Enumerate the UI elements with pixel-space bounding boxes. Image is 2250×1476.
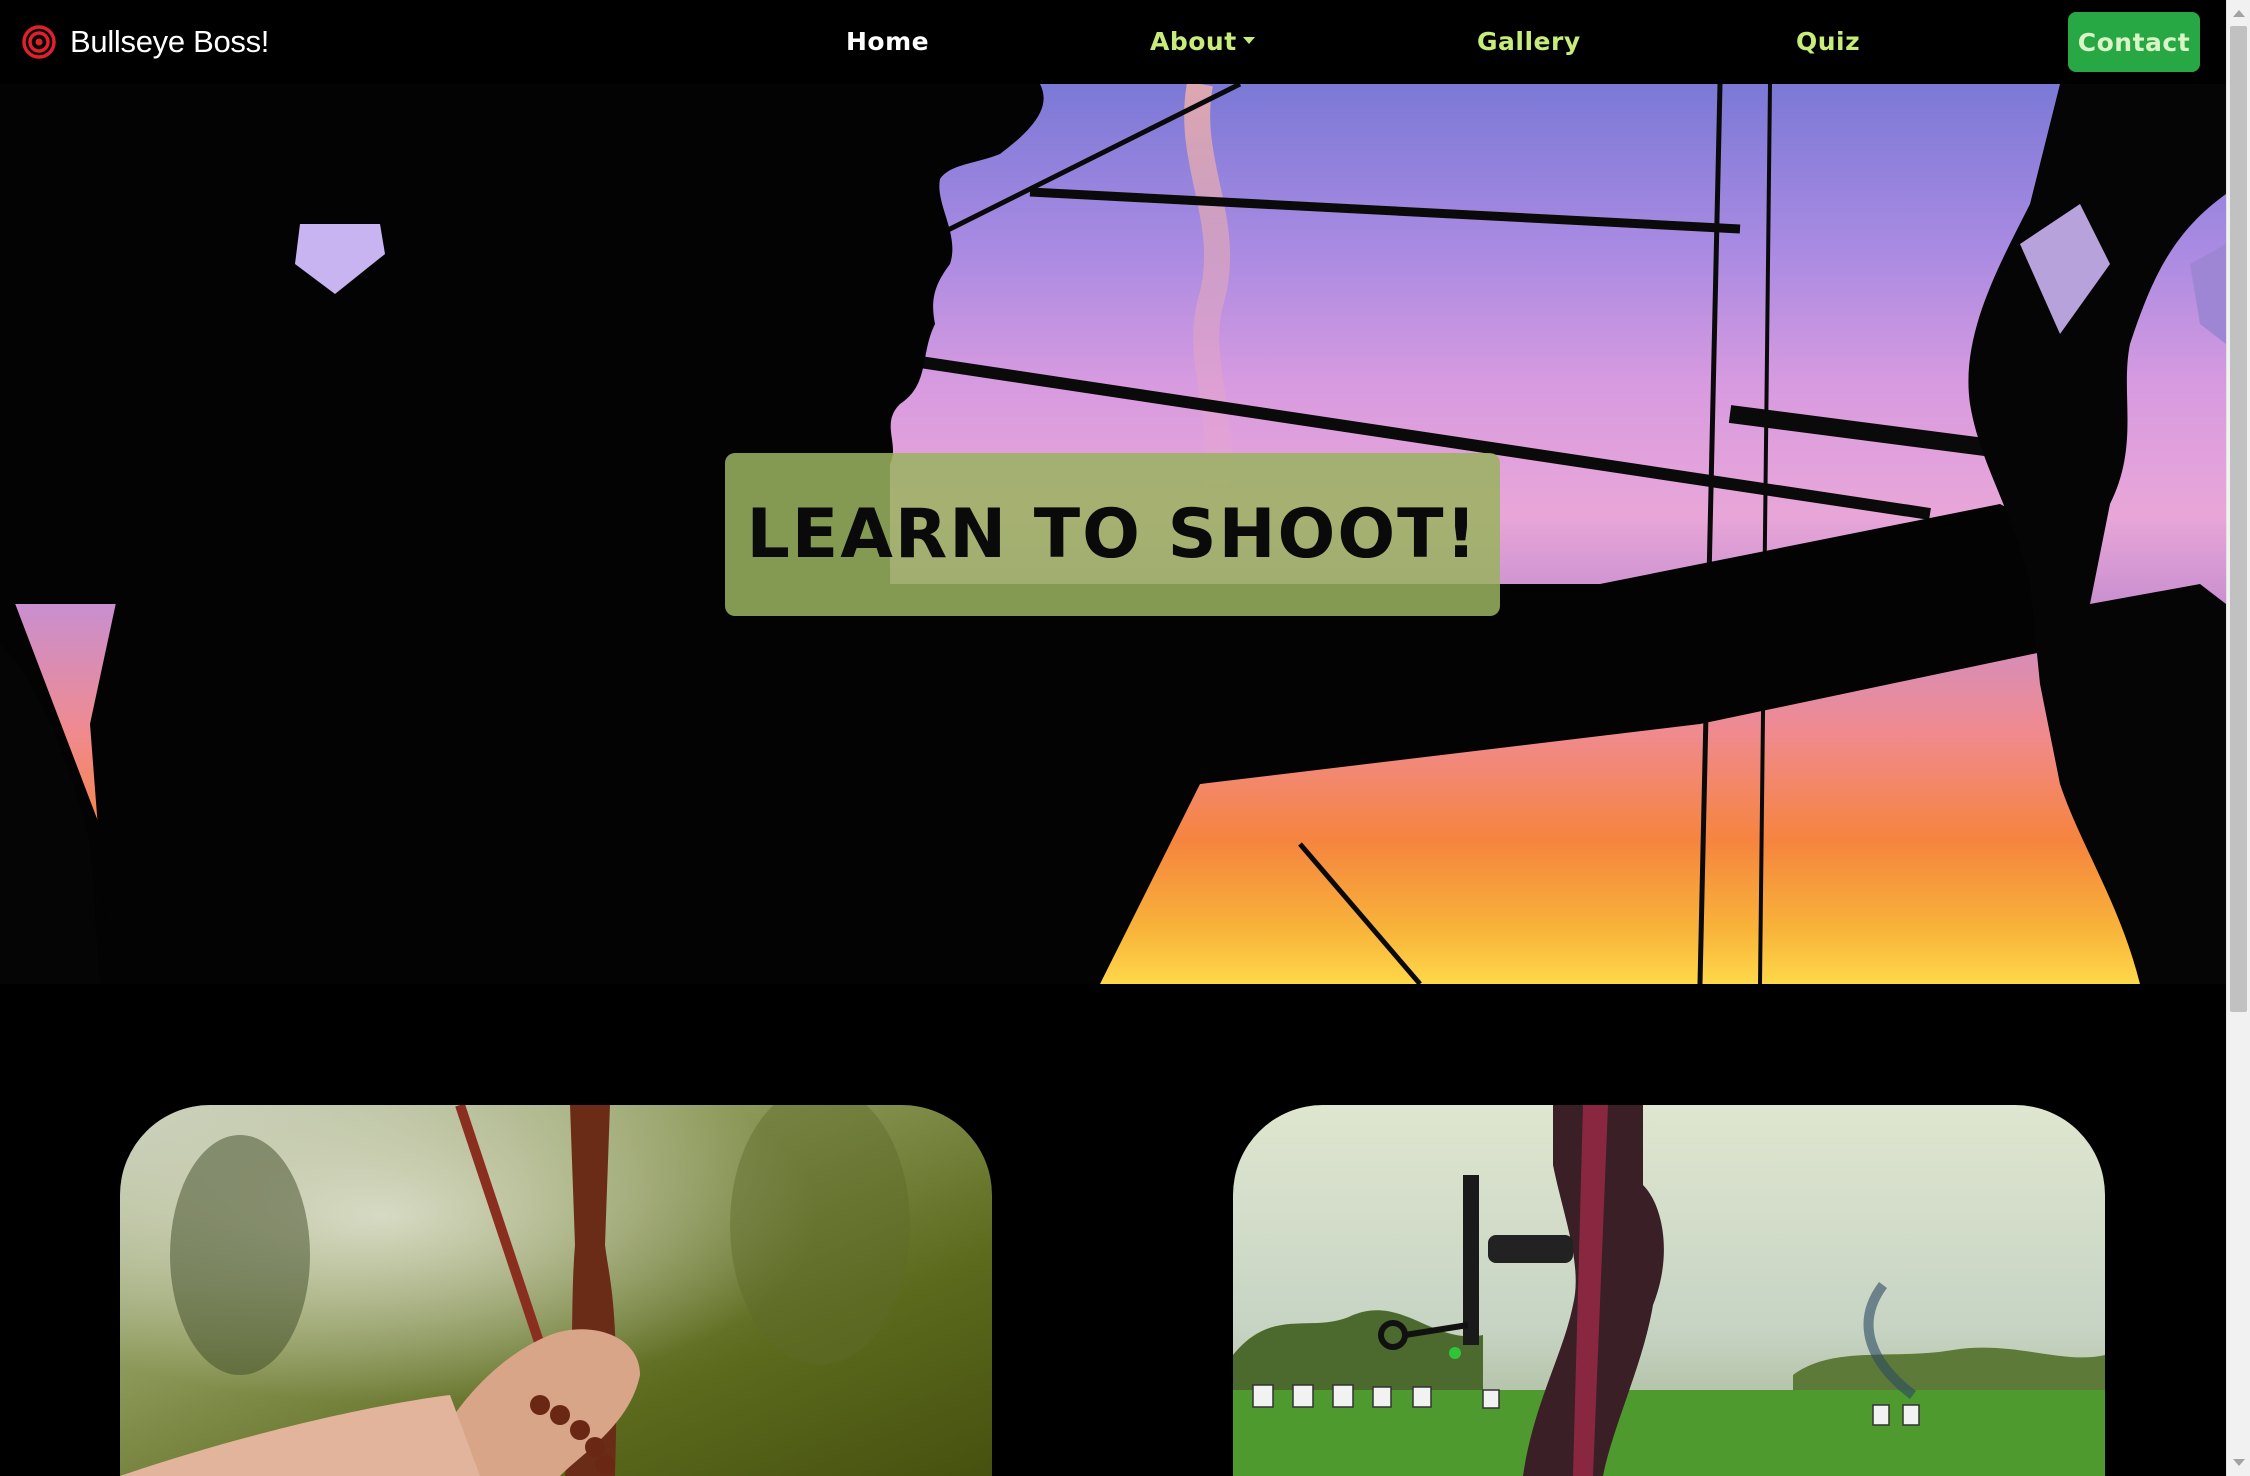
top-navbar: Bullseye Boss! Home About Gallery Quiz C… [0, 0, 2226, 84]
hero-title-box: LEARN TO SHOOT! [725, 453, 1500, 616]
bullseye-target-icon [22, 25, 56, 59]
caret-down-icon [1242, 36, 1255, 44]
nav-about-dropdown[interactable]: About [1150, 22, 1255, 62]
nav-about-label: About [1150, 27, 1237, 56]
hero-banner: LEARN TO SHOOT! [0, 84, 2226, 984]
compound-bow-range-photo [1233, 1105, 2105, 1476]
nav-quiz-link[interactable]: Quiz [1796, 22, 1860, 62]
brand-logo-link[interactable]: Bullseye Boss! [22, 22, 269, 62]
scroll-down-arrow-icon[interactable] [2233, 1459, 2245, 1466]
nav-home-link[interactable]: Home [846, 22, 929, 62]
archer-hand-photo [120, 1105, 992, 1476]
hero-title: LEARN TO SHOOT! [746, 495, 1479, 574]
scroll-thumb[interactable] [2230, 26, 2247, 1012]
card-image-bow-hand [120, 1105, 992, 1476]
brand-name: Bullseye Boss! [70, 24, 270, 59]
card-image-compound-bow [1233, 1105, 2105, 1476]
contact-button[interactable]: Contact [2068, 12, 2200, 72]
nav-gallery-link[interactable]: Gallery [1477, 22, 1581, 62]
scroll-up-arrow-icon[interactable] [2233, 10, 2245, 17]
page-scrollbar[interactable] [2226, 0, 2250, 1476]
